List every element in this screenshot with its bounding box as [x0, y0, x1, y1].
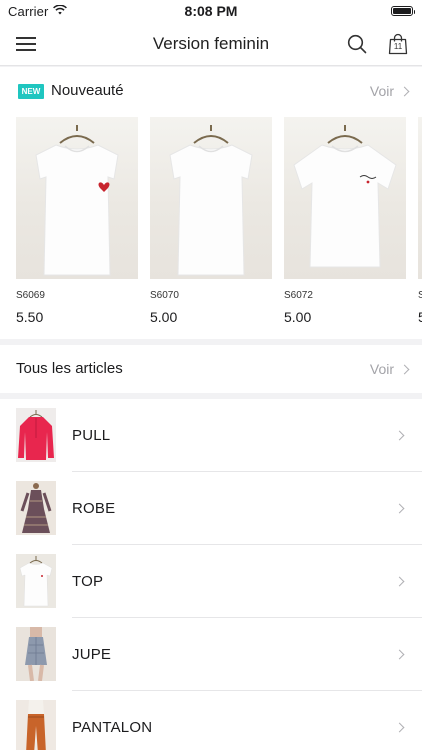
category-row-pull[interactable]: PULL [0, 399, 422, 472]
all-articles-title: Tous les articles [16, 360, 123, 377]
new-arrivals-section: NEW Nouveauté Voir S6069 5.50 S6070 5.00 [0, 67, 422, 339]
chevron-right-icon [394, 649, 405, 660]
all-articles-section: Tous les articles Voir [0, 345, 422, 393]
category-label: JUPE [72, 646, 112, 663]
category-label: PULL [72, 427, 111, 444]
product-code: S6069 [16, 290, 45, 301]
category-thumbnail [16, 408, 56, 462]
new-arrivals-title: Nouveauté [51, 82, 124, 99]
chevron-right-icon [394, 430, 405, 441]
category-label: ROBE [72, 500, 116, 517]
category-row-robe[interactable]: ROBE [0, 472, 422, 545]
chevron-right-icon [399, 364, 410, 375]
category-thumbnail [16, 627, 56, 681]
chevron-right-icon [394, 503, 405, 514]
search-icon[interactable] [347, 34, 367, 54]
category-row-jupe[interactable]: JUPE [0, 618, 422, 691]
all-articles-see-all-link[interactable]: Voir [369, 361, 410, 377]
product-image [418, 117, 422, 279]
product-image [16, 117, 138, 279]
product-card[interactable]: S6070 5.00 [150, 117, 272, 325]
chevron-right-icon [394, 576, 405, 587]
category-label: TOP [72, 573, 104, 590]
category-row-top[interactable]: TOP [0, 545, 422, 618]
see-all-label: Voir [369, 83, 394, 99]
product-code: S6070 [150, 290, 179, 301]
battery-icon [391, 6, 415, 16]
chevron-right-icon [399, 86, 410, 97]
new-badge: NEW [18, 84, 44, 99]
product-code: S [418, 290, 422, 301]
chevron-right-icon [394, 722, 405, 733]
clock: 8:08 PM [184, 3, 238, 19]
bag-count-badge: 11 [393, 42, 403, 51]
category-thumbnail [16, 481, 56, 535]
product-card[interactable]: S6069 5.50 [16, 117, 138, 325]
product-image [284, 117, 406, 279]
new-arrivals-see-all-link[interactable]: Voir [369, 83, 410, 99]
category-row-pantalon[interactable]: PANTALON [0, 691, 422, 750]
product-price: 5.50 [16, 309, 44, 325]
category-thumbnail [16, 554, 56, 608]
status-bar: Carrier 8:08 PM [0, 0, 422, 22]
product-price: 5.00 [150, 309, 178, 325]
category-list: PULL ROBE TOP JUPE PANTALON [0, 399, 422, 750]
shopping-bag-button[interactable]: 11 [387, 33, 409, 55]
navigation-bar: Version feminin 11 [0, 22, 422, 66]
product-price: 5.00 [284, 309, 312, 325]
see-all-label: Voir [369, 361, 394, 377]
product-price: 5 [418, 309, 422, 325]
product-image [150, 117, 272, 279]
product-card[interactable]: S 5 [418, 117, 422, 325]
product-card[interactable]: S6072 5.00 [284, 117, 406, 325]
product-code: S6072 [284, 290, 313, 301]
category-label: PANTALON [72, 719, 153, 736]
category-thumbnail [16, 700, 56, 750]
